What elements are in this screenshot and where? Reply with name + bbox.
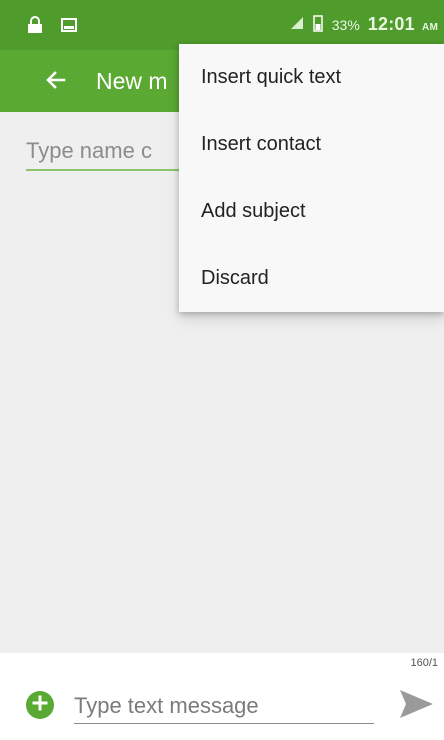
menu-item-insert-contact[interactable]: Insert contact — [179, 111, 444, 178]
character-counter: 160/1 — [410, 657, 438, 669]
battery-icon — [312, 14, 324, 35]
battery-percentage: 33% — [331, 16, 360, 33]
screenshot-icon — [60, 16, 78, 39]
lock-icon — [26, 16, 44, 39]
plus-circle-icon — [31, 694, 49, 717]
arrow-left-icon — [44, 68, 68, 97]
add-attachment-button[interactable] — [26, 691, 54, 719]
send-icon — [396, 686, 436, 727]
signal-icon — [290, 15, 304, 34]
send-button[interactable] — [394, 686, 438, 726]
compose-bar: 160/1 — [0, 653, 444, 740]
status-time-ampm: AM — [422, 22, 438, 33]
status-time: 12:01 AM — [368, 14, 438, 35]
status-left-icons — [26, 16, 78, 39]
overflow-menu: Insert quick text Insert contact Add sub… — [179, 44, 444, 312]
back-button[interactable] — [36, 62, 76, 102]
recipient-input[interactable] — [26, 133, 196, 171]
page-title: New m — [96, 68, 168, 94]
status-time-value: 12:01 — [367, 14, 415, 34]
menu-item-add-subject[interactable]: Add subject — [179, 178, 444, 245]
status-right: 33% 12:01 AM — [290, 14, 438, 35]
status-bar: 33% 12:01 AM — [0, 0, 444, 50]
menu-item-insert-quick-text[interactable]: Insert quick text — [179, 44, 444, 111]
message-input[interactable] — [74, 689, 374, 724]
menu-item-discard[interactable]: Discard — [179, 245, 444, 312]
